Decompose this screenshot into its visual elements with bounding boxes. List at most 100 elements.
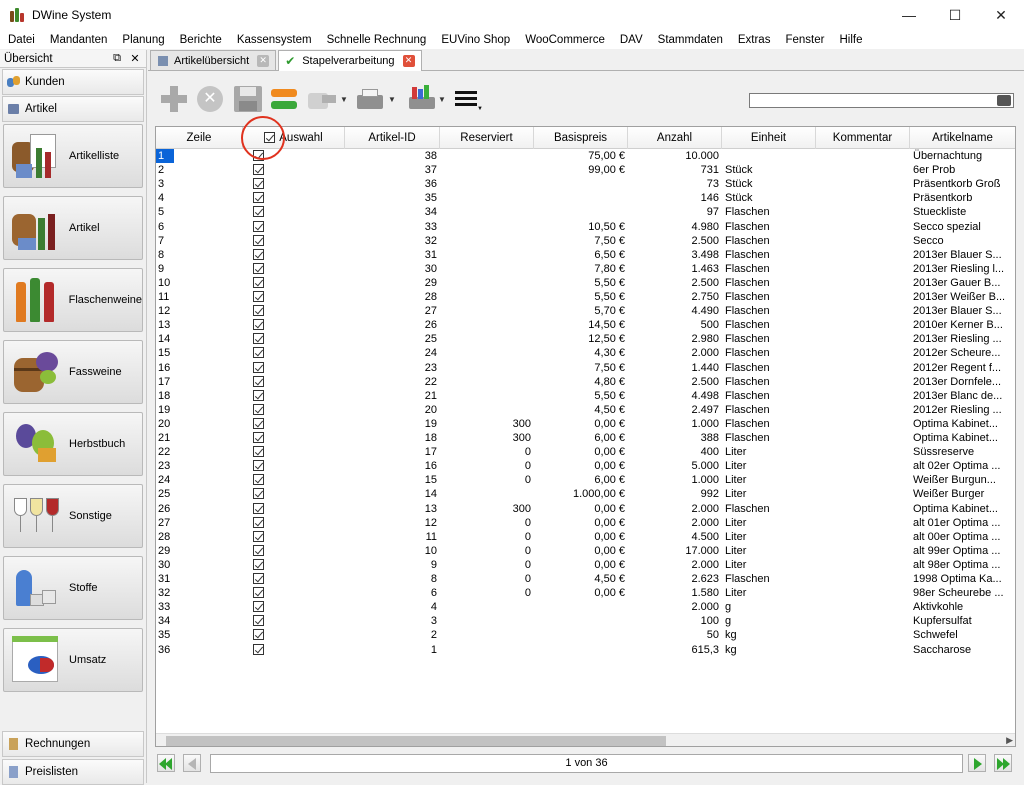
cell-artikelname[interactable]: 98er Scheurebe ... xyxy=(910,586,1015,600)
cell-zeile[interactable]: 34 xyxy=(156,614,174,628)
cell-artikelname[interactable]: Übernachtung xyxy=(910,149,1015,163)
cell-anzahl[interactable]: 10.000 xyxy=(628,149,722,163)
binoculars-icon[interactable] xyxy=(997,95,1011,106)
cell-einheit[interactable]: Flaschen xyxy=(722,375,816,389)
cell-zeile[interactable]: 11 xyxy=(156,290,174,304)
cell-reserviert[interactable] xyxy=(440,346,534,360)
cell-basispreis[interactable]: 0,00 € xyxy=(534,516,628,530)
nav-preislisten[interactable]: Preislisten xyxy=(2,759,144,785)
cell-artikel-id[interactable]: 38 xyxy=(345,149,440,163)
cell-einheit[interactable]: Stück xyxy=(722,191,816,205)
cell-artikel-id[interactable]: 12 xyxy=(345,516,440,530)
cell-anzahl[interactable]: 615,3 xyxy=(628,643,722,657)
table-row[interactable]: 7 32 7,50 €2.500 Flaschen Secco xyxy=(156,234,1015,248)
cell-reserviert[interactable] xyxy=(440,290,534,304)
cell-einheit[interactable]: Flaschen xyxy=(722,572,816,586)
col-basispreis[interactable]: Basispreis xyxy=(534,127,628,149)
nav-fassweine[interactable]: Fassweine xyxy=(3,340,143,404)
cell-artikel-id[interactable]: 11 xyxy=(345,530,440,544)
cell-basispreis[interactable]: 0,00 € xyxy=(534,544,628,558)
row-select-checkbox[interactable] xyxy=(253,276,264,288)
cell-artikel-id[interactable]: 30 xyxy=(345,262,440,276)
cell-anzahl[interactable]: 2.000 xyxy=(628,502,722,516)
col-zeile[interactable]: Zeile xyxy=(156,127,243,149)
cell-anzahl[interactable]: 2.980 xyxy=(628,332,722,346)
cell-einheit[interactable]: g xyxy=(722,614,816,628)
table-row[interactable]: 18 21 5,50 €4.498 Flaschen 2013er Blanc de..… xyxy=(156,389,1015,403)
cell-artikel-id[interactable]: 19 xyxy=(345,417,440,431)
cell-zeile[interactable]: 30 xyxy=(156,558,174,572)
cell-zeile[interactable]: 35 xyxy=(156,628,174,642)
cell-reserviert[interactable] xyxy=(440,332,534,346)
cell-reserviert[interactable] xyxy=(440,177,534,191)
cell-basispreis[interactable] xyxy=(534,628,628,642)
cell-artikelname[interactable]: Aktivkohle xyxy=(910,600,1015,614)
cell-einheit[interactable]: Liter xyxy=(722,445,816,459)
cell-artikel-id[interactable]: 4 xyxy=(345,600,440,614)
cell-zeile[interactable]: 25 xyxy=(156,487,174,501)
next-record-button[interactable] xyxy=(968,754,986,772)
menu-schnelle-rechnung[interactable]: Schnelle Rechnung xyxy=(319,34,434,46)
nav-kunden[interactable]: Kunden xyxy=(2,69,144,95)
cell-reserviert[interactable] xyxy=(440,248,534,262)
cell-artikel-id[interactable]: 34 xyxy=(345,205,440,219)
cell-artikelname[interactable]: 1998 Optima Ka... xyxy=(910,572,1015,586)
cell-anzahl[interactable]: 1.000 xyxy=(628,473,722,487)
cell-einheit[interactable]: kg xyxy=(722,643,816,657)
table-row[interactable]: 25 14 1.000,00 €992 Liter Weißer Burger xyxy=(156,487,1015,501)
first-record-button[interactable] xyxy=(157,754,175,772)
cell-artikelname[interactable]: Optima Kabinet... xyxy=(910,417,1015,431)
cell-anzahl[interactable]: 1.580 xyxy=(628,586,722,600)
cell-artikelname[interactable]: Kupfersulfat xyxy=(910,614,1015,628)
cell-reserviert[interactable]: 0 xyxy=(440,558,534,572)
table-row[interactable]: 19 20 4,50 €2.497 Flaschen 2012er Riesling .… xyxy=(156,403,1015,417)
table-row[interactable]: 31 8 0 4,50 €2.623 Flaschen 1998 Optima Ka... xyxy=(156,572,1015,586)
cell-reserviert[interactable]: 0 xyxy=(440,544,534,558)
cell-einheit[interactable]: Liter xyxy=(722,487,816,501)
cell-basispreis[interactable]: 4,50 € xyxy=(534,572,628,586)
cell-artikel-id[interactable]: 31 xyxy=(345,248,440,262)
pin-icon[interactable]: ⧉ xyxy=(110,52,124,65)
cell-basispreis[interactable]: 14,50 € xyxy=(534,318,628,332)
menu-dav[interactable]: DAV xyxy=(612,34,650,46)
cell-einheit[interactable]: Liter xyxy=(722,530,816,544)
cell-basispreis[interactable]: 1.000,00 € xyxy=(534,487,628,501)
cell-basispreis[interactable]: 0,00 € xyxy=(534,417,628,431)
cell-artikel-id[interactable]: 22 xyxy=(345,375,440,389)
cell-basispreis[interactable]: 5,70 € xyxy=(534,304,628,318)
cell-zeile[interactable]: 21 xyxy=(156,431,174,445)
cell-artikelname[interactable]: alt 00er Optima ... xyxy=(910,530,1015,544)
cell-zeile[interactable]: 15 xyxy=(156,346,174,360)
cell-artikelname[interactable]: Schwefel xyxy=(910,628,1015,642)
tab-artikeluebersicht[interactable]: Artikelübersicht ✕ xyxy=(150,50,277,70)
cell-artikelname[interactable]: alt 02er Optima ... xyxy=(910,459,1015,473)
cell-anzahl[interactable]: 1.463 xyxy=(628,262,722,276)
cell-basispreis[interactable]: 7,50 € xyxy=(534,234,628,248)
cell-artikel-id[interactable]: 21 xyxy=(345,389,440,403)
table-row[interactable]: 1 38 75,00 €10.000 Übernachtung xyxy=(156,149,1015,163)
cell-artikelname[interactable]: alt 01er Optima ... xyxy=(910,516,1015,530)
table-row[interactable]: 4 35 146 Stück Präsentkorb xyxy=(156,191,1015,205)
cell-artikelname[interactable]: Weißer Burgun... xyxy=(910,473,1015,487)
cell-einheit[interactable]: Flaschen xyxy=(722,304,816,318)
cell-anzahl[interactable]: 2.750 xyxy=(628,290,722,304)
row-select-checkbox[interactable] xyxy=(253,234,264,246)
cell-reserviert[interactable]: 300 xyxy=(440,502,534,516)
cell-artikelname[interactable]: Optima Kabinet... xyxy=(910,431,1015,445)
cell-anzahl[interactable]: 1.440 xyxy=(628,361,722,375)
table-row[interactable]: 26 13 300 0,00 €2.000 Flaschen Optima Kabinet… xyxy=(156,502,1015,516)
cell-reserviert[interactable]: 0 xyxy=(440,445,534,459)
cell-basispreis[interactable]: 0,00 € xyxy=(534,586,628,600)
row-select-checkbox[interactable] xyxy=(253,417,264,429)
cell-artikelname[interactable]: Saccharose xyxy=(910,643,1015,657)
cell-zeile[interactable]: 7 xyxy=(156,234,174,248)
menu-woocommerce[interactable]: WooCommerce xyxy=(517,34,612,46)
row-select-checkbox[interactable] xyxy=(253,502,264,514)
cell-anzahl[interactable]: 2.500 xyxy=(628,234,722,248)
col-kommentar[interactable]: Kommentar xyxy=(816,127,910,149)
menu-fenster[interactable]: Fenster xyxy=(777,34,831,46)
cell-zeile[interactable]: 31 xyxy=(156,572,174,586)
cell-einheit[interactable] xyxy=(722,149,816,163)
cell-artikelname[interactable]: 2013er Gauer B... xyxy=(910,276,1015,290)
menu-hilfe[interactable]: Hilfe xyxy=(831,34,869,46)
